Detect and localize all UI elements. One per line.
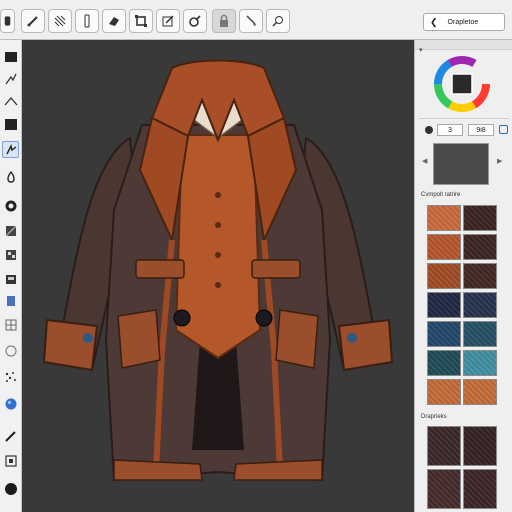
color-swatch[interactable] [463,234,497,260]
color-swatch[interactable] [463,350,497,376]
settings-tool-button[interactable] [266,9,290,33]
panel-tool[interactable] [2,292,19,309]
crop-tool[interactable] [2,270,19,287]
color-swatch[interactable] [463,379,497,405]
color-swatch[interactable] [463,426,497,466]
grid-icon [5,319,16,330]
lasso-icon [4,73,17,84]
color-swatch[interactable] [427,379,461,405]
previous-arrow-icon[interactable]: ◀ [422,157,427,165]
pencil-icon [4,16,11,26]
settings-icon [272,16,283,27]
color-swatch[interactable] [463,205,497,231]
panel-back-label: Orapletoe [447,18,479,26]
color-swatch[interactable] [427,234,461,260]
rectangle-select-icon [4,51,17,62]
pen-tool[interactable] [2,427,19,444]
sphere-icon [5,398,16,409]
smudge-icon [246,15,256,26]
scatter-icon [5,371,16,382]
layers-tool[interactable] [2,246,19,263]
color-swatch[interactable] [427,292,461,318]
tool-strip [0,40,22,512]
panel-back-button[interactable]: ❮ Orapletoe [423,13,505,31]
eraser-icon [109,17,119,26]
color-wheel[interactable] [434,56,490,112]
edit-icon [162,15,174,27]
layers-icon [5,249,16,260]
brush-tool[interactable] [2,141,19,158]
stamp-tool-button[interactable] [75,9,99,33]
hatch-tool-button[interactable] [48,9,72,33]
gradient-icon [5,225,16,236]
ring-tool[interactable] [2,342,19,359]
fill-tool-button[interactable] [183,9,207,33]
color-swatch[interactable] [463,263,497,289]
color-swatch[interactable] [427,263,461,289]
pencil-icon-button[interactable] [0,9,15,33]
top-toolbar: ❮ Orapletoe [0,0,512,40]
fill-icon [189,15,201,27]
stamp-icon [84,14,90,28]
frame-icon [4,454,17,467]
dot-tool[interactable] [2,480,19,497]
color-swatch[interactable] [463,292,497,318]
brush-tool-button[interactable] [21,9,45,33]
circle-tool[interactable] [2,197,19,214]
opacity-field[interactable]: 9i8 [468,124,494,136]
brush-dot-icon [425,126,433,134]
collapse-arrow-icon[interactable]: ▾ [419,46,423,54]
swatch-section-label: Cvmpolt ratrire [421,192,461,198]
transform-icon [135,15,147,27]
line-tool[interactable] [2,92,19,109]
size-field[interactable]: 3 [437,124,463,136]
color-swatch[interactable] [463,469,497,509]
fill-bucket-icon [6,170,15,183]
crop-icon [5,274,16,284]
brush-icon [27,16,38,27]
next-arrow-icon[interactable]: ▶ [497,157,502,165]
gradient-tool[interactable] [2,222,19,239]
color-swatch[interactable] [463,321,497,347]
hatch-texture-icon [54,15,66,27]
sphere-tool[interactable] [2,395,19,412]
lasso-tool[interactable] [2,70,19,87]
square-icon [4,118,17,130]
fill-bucket-tool[interactable] [2,168,19,185]
color-swatch[interactable] [427,205,461,231]
color-swatch[interactable] [427,321,461,347]
edit-tool-button[interactable] [156,9,180,33]
lock-icon [220,14,228,27]
brush-icon [5,143,16,154]
value-row: 3 9i8 [423,124,511,136]
lower-section-label: Draprieks [421,414,447,420]
ring-icon [4,344,17,357]
frame-tool[interactable] [2,452,19,469]
grid-tool[interactable] [2,316,19,333]
square-tool[interactable] [2,116,19,133]
drawing-canvas[interactable] [22,40,414,512]
panel-topbar [415,40,512,50]
circle-icon [5,200,16,211]
line-icon [4,96,17,105]
pen-icon [4,430,16,442]
color-panel: ▾ 3 9i8 ◀ ▶ Cvmpolt ratrire Draprieks [414,40,512,512]
color-swatch[interactable] [427,469,461,509]
panel-icon [6,295,15,306]
smudge-tool-button[interactable] [239,9,263,33]
coat-illustration [42,59,394,482]
color-swatch[interactable] [427,426,461,466]
scatter-tool[interactable] [2,368,19,385]
color-swatch[interactable] [427,350,461,376]
eraser-tool-button[interactable] [102,9,126,33]
chevron-left-icon: ❮ [430,16,438,27]
link-toggle-icon[interactable] [499,125,508,134]
rectangle-select-tool[interactable] [2,48,19,65]
color-preview [433,143,489,185]
transform-tool-button[interactable] [129,9,153,33]
dot-icon [4,482,17,495]
lock-tool-button[interactable] [212,9,236,33]
